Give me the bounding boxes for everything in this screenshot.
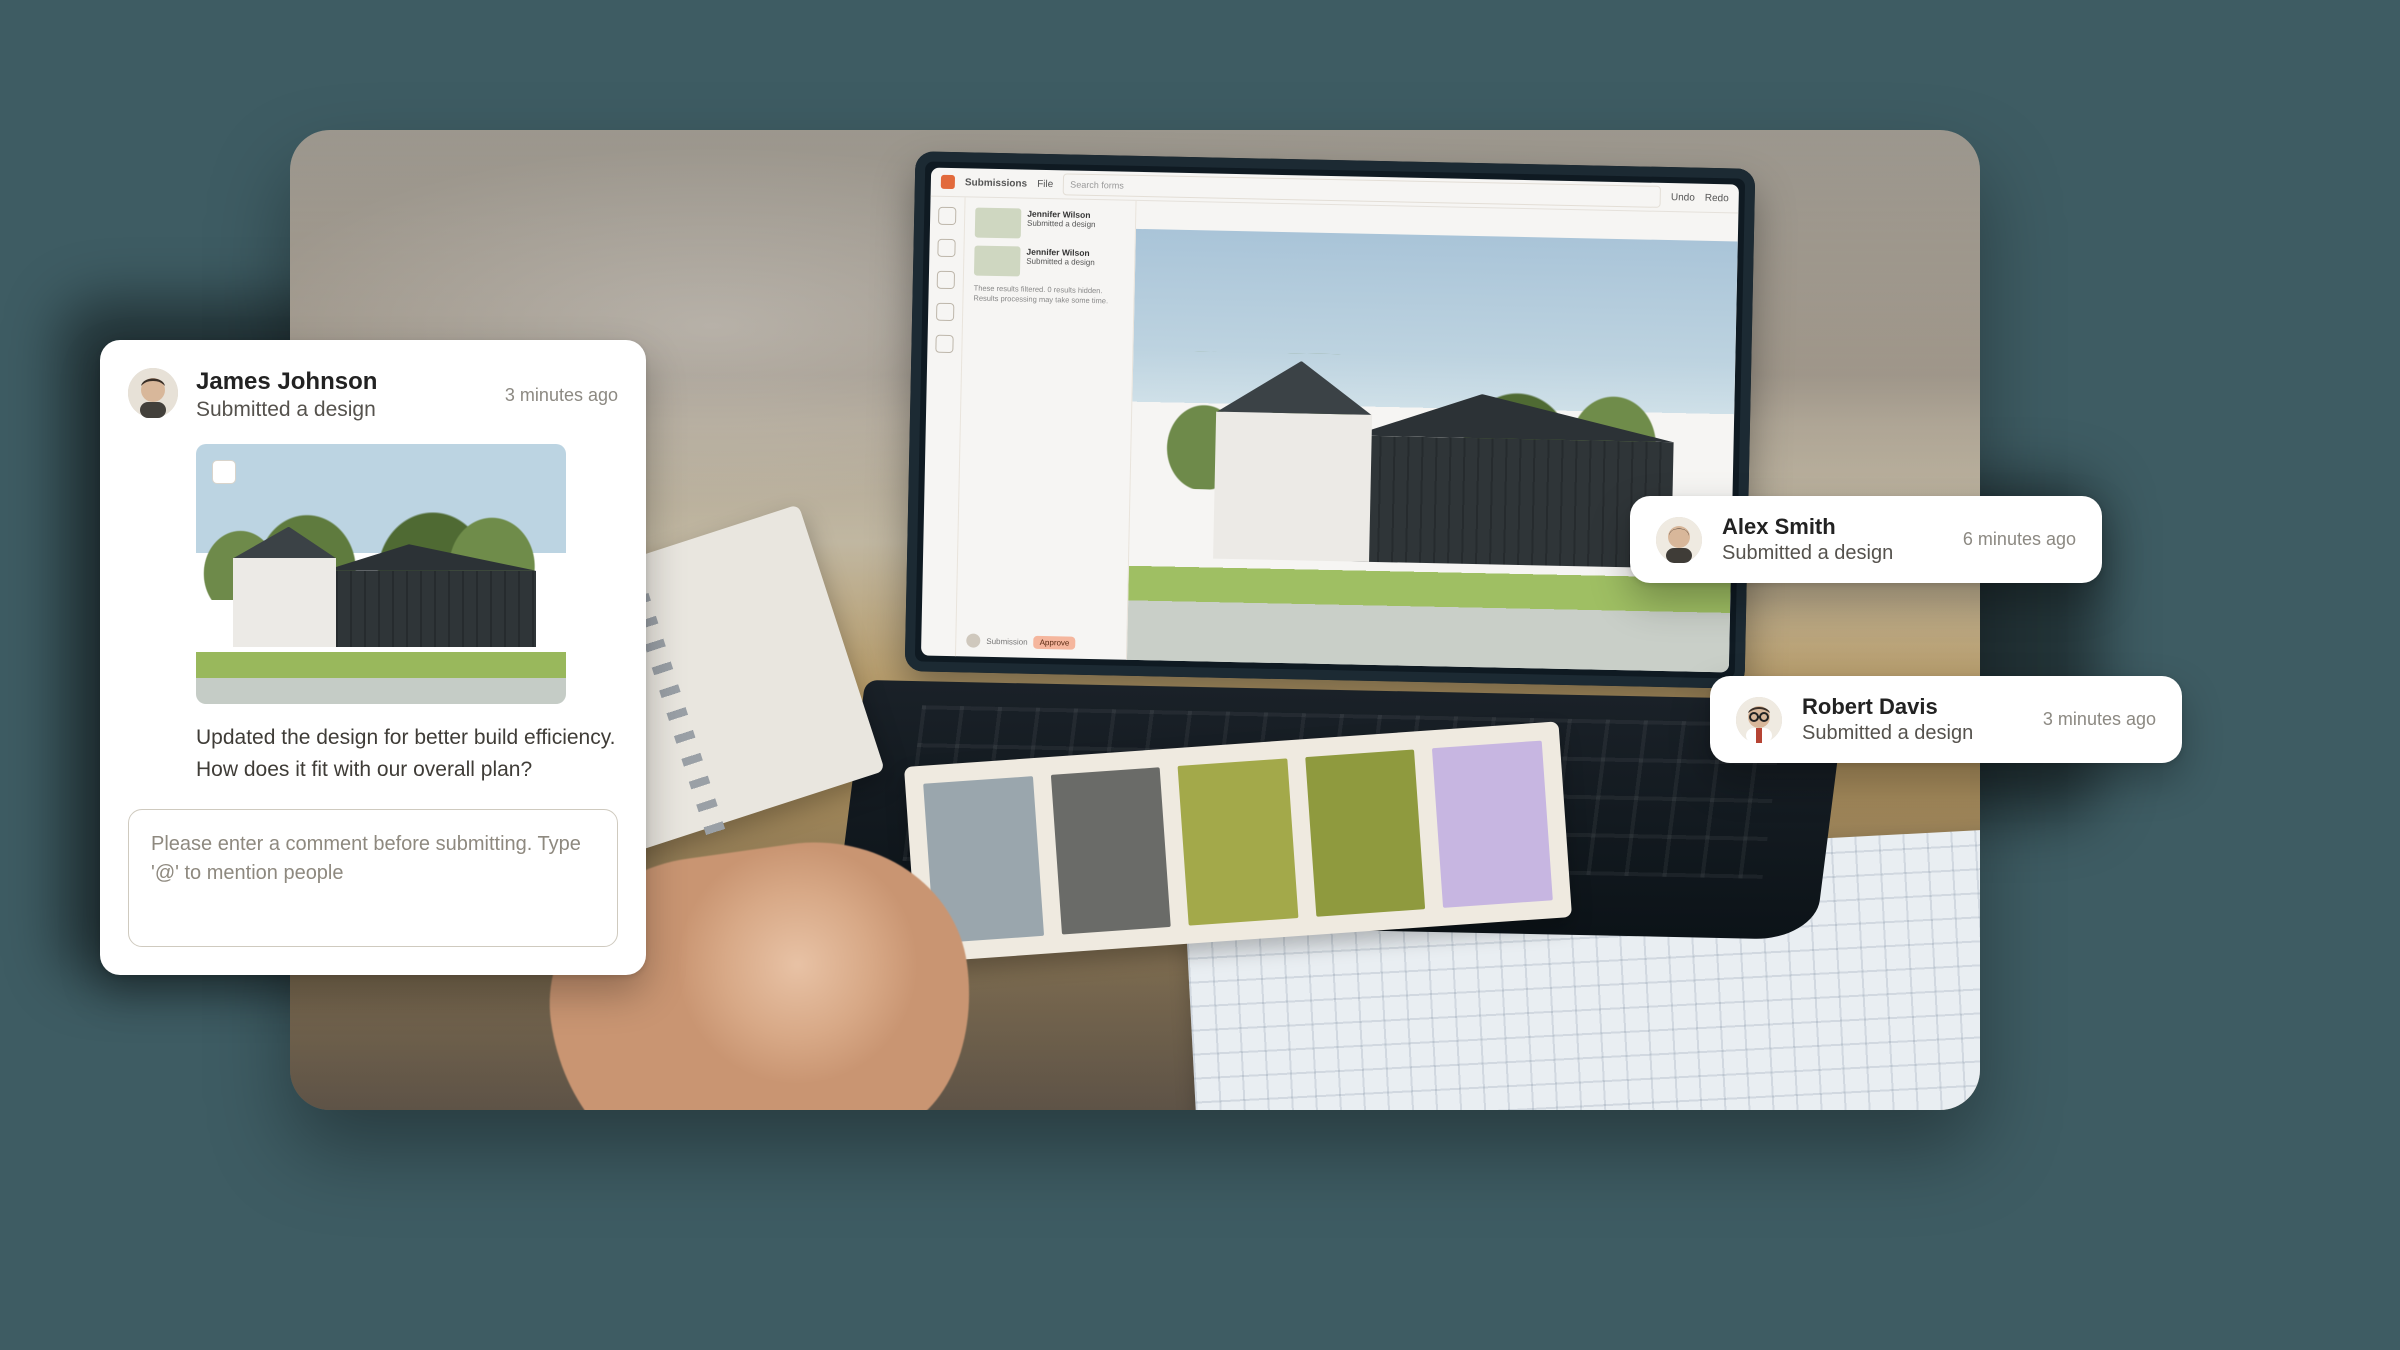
rail-icon[interactable]	[936, 303, 954, 321]
app-title: Submissions	[965, 177, 1027, 189]
swatch	[1178, 758, 1298, 925]
author-subtitle: Submitted a design	[1722, 542, 1917, 565]
submission-thumb	[975, 208, 1022, 239]
submission-item[interactable]: Jennifer Wilson Submitted a design	[974, 246, 1125, 279]
swatch	[1050, 767, 1170, 934]
approve-button[interactable]: Approve	[1034, 635, 1076, 649]
menu-file[interactable]: File	[1037, 178, 1053, 189]
panel-footnote: These results filtered. 0 results hidden…	[973, 284, 1123, 307]
app-body: Jennifer Wilson Submitted a design Jenni…	[921, 197, 1738, 673]
submission-thumb	[974, 246, 1021, 277]
comment-card: James Johnson Submitted a design 3 minut…	[100, 340, 646, 975]
rail-icon[interactable]	[938, 207, 956, 225]
timestamp: 3 minutes ago	[505, 385, 618, 406]
author-subtitle: Submitted a design	[1802, 722, 1997, 745]
swatch	[1305, 749, 1425, 916]
swatch	[1432, 741, 1552, 908]
submission-item[interactable]: Jennifer Wilson Submitted a design	[975, 208, 1126, 241]
author-name: Robert Davis	[1802, 694, 1997, 720]
comment-body: Updated the design for better build effi…	[196, 722, 618, 785]
laptop-screen: Submissions File Search forms Undo Redo	[921, 168, 1739, 673]
submissions-panel: Jennifer Wilson Submitted a design Jenni…	[956, 197, 1137, 660]
avatar	[128, 368, 178, 418]
timestamp: 3 minutes ago	[2043, 709, 2156, 730]
avatar	[1736, 697, 1782, 743]
rail-icon[interactable]	[937, 271, 955, 289]
rail-icon[interactable]	[935, 335, 953, 353]
design-render	[1127, 229, 1738, 673]
timestamp: 6 minutes ago	[1963, 529, 2076, 550]
undo-button[interactable]: Undo	[1671, 192, 1695, 203]
rail-icon[interactable]	[937, 239, 955, 257]
select-checkbox[interactable]	[212, 460, 236, 484]
author-name: Alex Smith	[1722, 514, 1917, 540]
submission-subtitle: Submitted a design	[1027, 219, 1096, 229]
redo-button[interactable]: Redo	[1705, 192, 1729, 203]
app-logo-icon	[941, 175, 955, 189]
submission-preview[interactable]	[196, 444, 566, 704]
author-subtitle: Submitted a design	[196, 398, 487, 422]
author-name: James Johnson	[196, 368, 487, 396]
avatar	[1656, 517, 1702, 563]
toast-submission[interactable]: Alex Smith Submitted a design 6 minutes …	[1630, 496, 2102, 583]
toast-submission[interactable]: Robert Davis Submitted a design 3 minute…	[1710, 676, 2182, 763]
laptop: Submissions File Search forms Undo Redo	[905, 151, 1756, 688]
avatar-mini	[966, 633, 980, 647]
comment-input[interactable]: Please enter a comment before submitting…	[128, 809, 618, 947]
footer-tag: Submission	[986, 636, 1028, 646]
submission-subtitle: Submitted a design	[1026, 257, 1095, 267]
design-viewer[interactable]	[1127, 201, 1739, 673]
